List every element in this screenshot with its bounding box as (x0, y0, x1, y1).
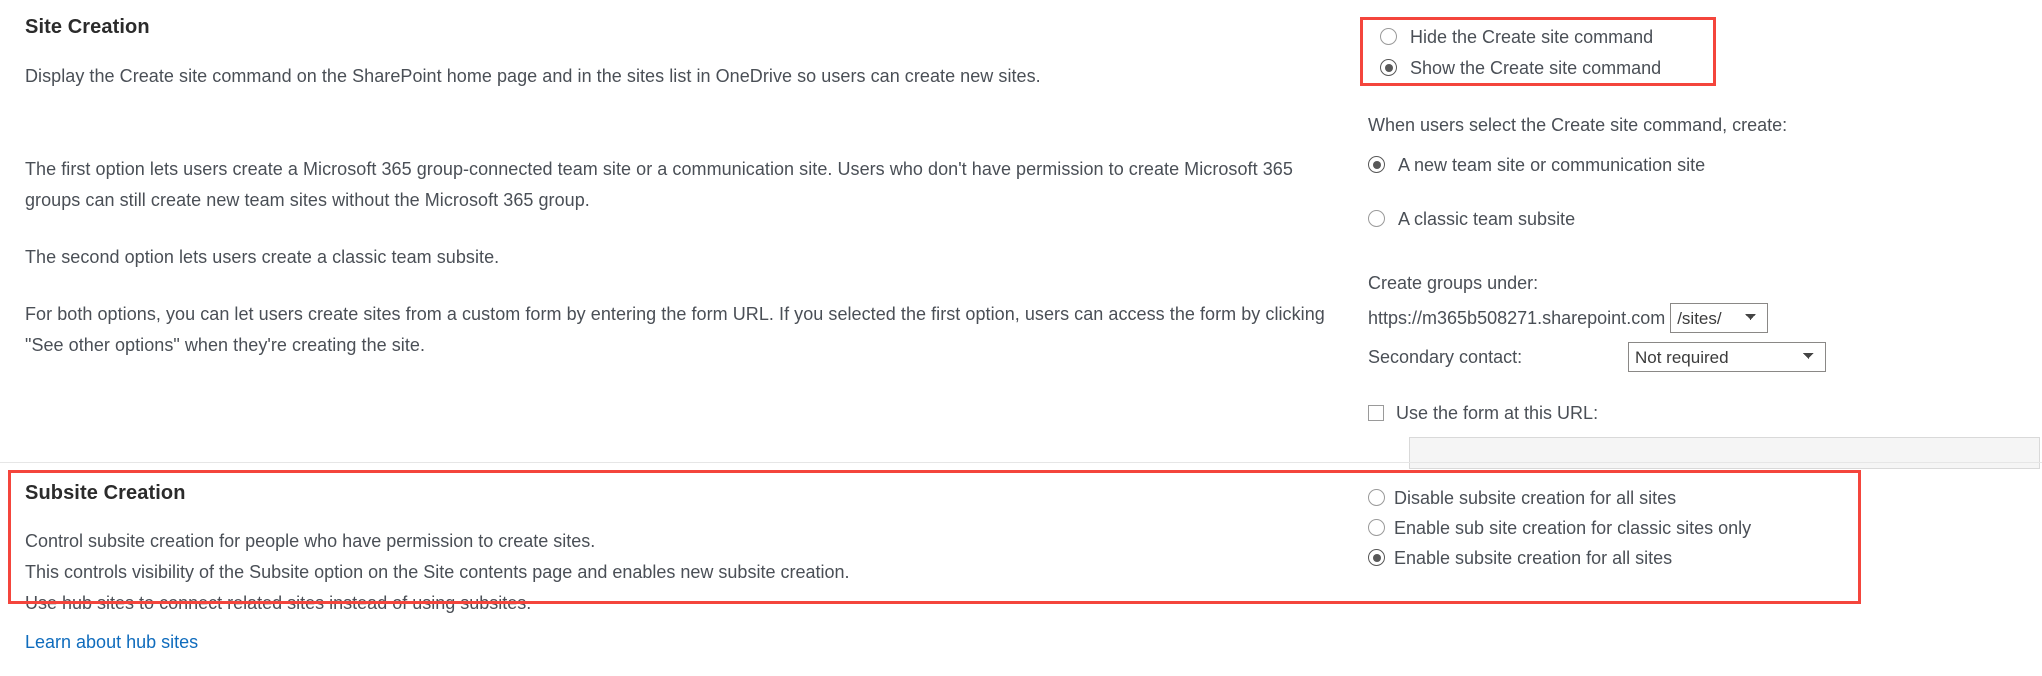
radio-option-enable-subsite-classic-only[interactable]: Enable sub site creation for classic sit… (1368, 513, 1848, 543)
radio-option-hide-create-site-command[interactable]: Hide the Create site command (1380, 22, 1706, 53)
radio-label: Enable subsite creation for all sites (1394, 548, 1673, 568)
when-users-select-block: When users select the Create site comman… (1368, 110, 1868, 235)
site-creation-paragraph-2: The second option lets users create a cl… (25, 247, 500, 267)
section-divider (0, 462, 2042, 463)
radio-label: Disable subsite creation for all sites (1394, 488, 1677, 508)
secondary-contact-row: Secondary contact: Not required Required (1368, 342, 1928, 372)
subsite-creation-radio-group: Disable subsite creation for all sites E… (1368, 483, 1848, 573)
tenant-url-text: https://m365b508271.sharepoint.com (1368, 308, 1666, 328)
checkbox-label: Use the form at this URL: (1396, 403, 1599, 423)
site-creation-intro-text: Display the Create site command on the S… (25, 66, 1041, 86)
radio-label: Enable sub site creation for classic sit… (1394, 518, 1752, 538)
radio-button-icon[interactable] (1380, 28, 1397, 45)
subsite-creation-line-3: Use hub sites to connect related sites i… (25, 593, 532, 613)
secondary-contact-select[interactable]: Not required Required (1628, 342, 1826, 372)
subsite-creation-heading: Subsite Creation (25, 482, 186, 504)
create-site-command-radio-group: Hide the Create site command Show the Cr… (1368, 14, 1720, 92)
secondary-contact-label: Secondary contact: (1368, 347, 1523, 367)
site-creation-paragraph-1: The first option lets users create a Mic… (25, 159, 1293, 210)
managed-path-select[interactable]: /sites/ /teams/ (1670, 303, 1769, 333)
radio-option-enable-subsite-all-sites[interactable]: Enable subsite creation for all sites (1368, 543, 1848, 573)
subsite-creation-description-block: Subsite Creation Control subsite creatio… (25, 482, 1325, 619)
radio-option-disable-subsite-creation[interactable]: Disable subsite creation for all sites (1368, 483, 1848, 513)
form-url-input[interactable] (1409, 437, 2040, 469)
radio-label: A classic team subsite (1398, 209, 1576, 229)
site-creation-paragraph-3: For both options, you can let users crea… (25, 304, 1325, 355)
custom-form-url-block: Use the form at this URL: (1368, 398, 2042, 469)
radio-button-icon[interactable] (1368, 519, 1385, 536)
create-groups-under-label: Create groups under: (1368, 273, 1539, 293)
radio-button-selected-icon[interactable] (1368, 549, 1385, 566)
site-creation-settings-page: Site Creation Display the Create site co… (0, 0, 2042, 676)
radio-label: Hide the Create site command (1410, 27, 1654, 47)
radio-label: A new team site or communication site (1398, 155, 1706, 175)
learn-about-hub-sites-link[interactable]: Learn about hub sites (25, 632, 198, 653)
site-creation-heading: Site Creation (25, 16, 150, 38)
radio-button-icon[interactable] (1368, 489, 1385, 506)
radio-button-selected-icon[interactable] (1368, 156, 1385, 173)
checkbox-icon[interactable] (1368, 405, 1384, 421)
checkbox-use-form-at-url[interactable]: Use the form at this URL: (1368, 398, 2042, 429)
radio-button-selected-icon[interactable] (1380, 59, 1397, 76)
subsite-creation-line-2: This controls visibility of the Subsite … (25, 562, 850, 582)
subsite-creation-line-1: Control subsite creation for people who … (25, 531, 596, 551)
radio-button-icon[interactable] (1368, 210, 1385, 227)
radio-label: Show the Create site command (1410, 58, 1662, 78)
site-creation-description-block: Site Creation Display the Create site co… (25, 16, 1345, 361)
create-groups-under-block: Create groups under: https://m365b508271… (1368, 268, 1928, 372)
when-users-select-label: When users select the Create site comman… (1368, 115, 1788, 135)
radio-option-new-team-or-communication-site[interactable]: A new team site or communication site (1368, 150, 1868, 181)
radio-option-show-create-site-command[interactable]: Show the Create site command (1380, 53, 1706, 84)
radio-option-classic-team-subsite[interactable]: A classic team subsite (1368, 204, 1868, 235)
managed-path-row: https://m365b508271.sharepoint.com /site… (1368, 303, 1928, 333)
